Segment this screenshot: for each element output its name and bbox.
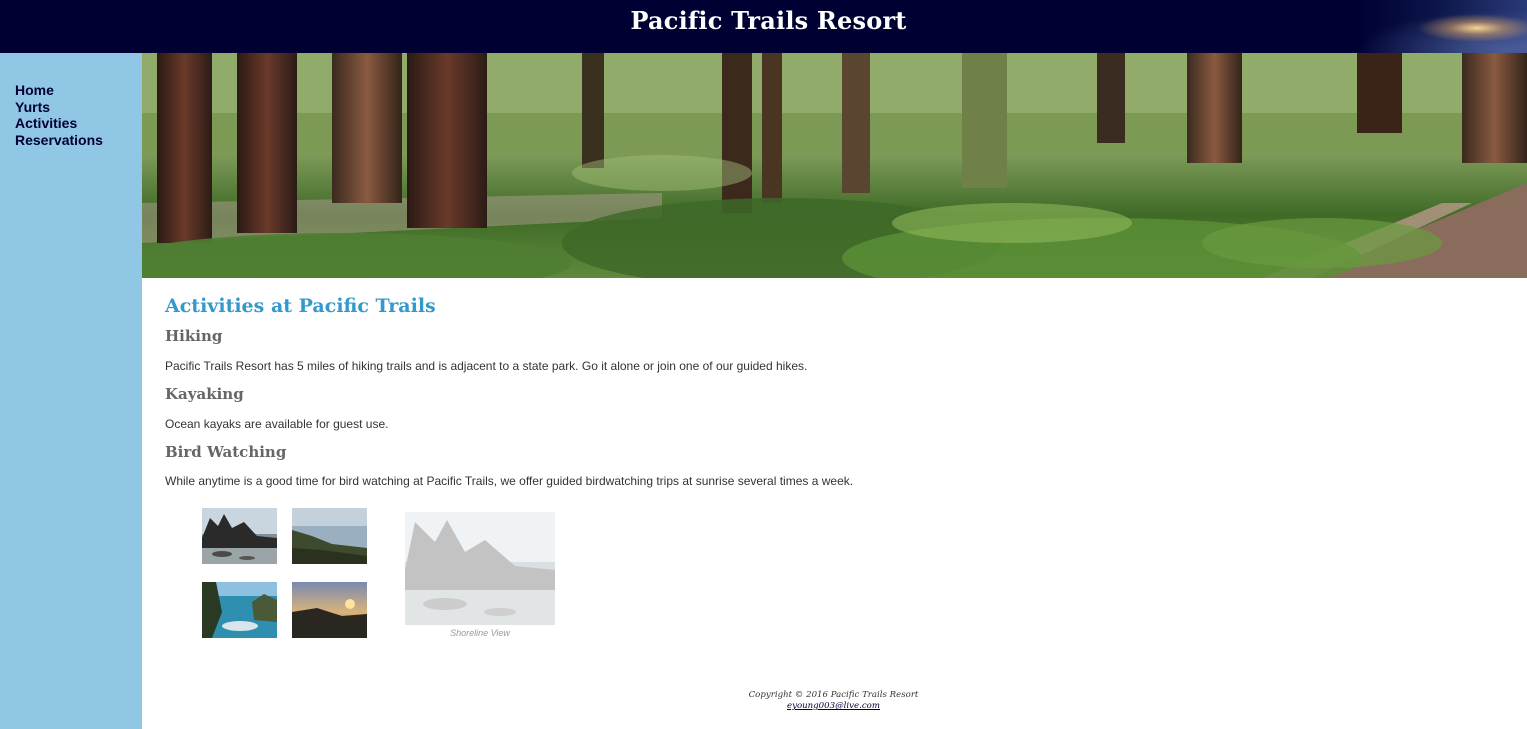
gallery-preview-image — [405, 512, 555, 625]
gallery-thumbnail-shoreline[interactable] — [202, 508, 277, 564]
page-title: Activities at Pacific Trails — [165, 295, 436, 317]
bird-watching-heading: Bird Watching — [165, 443, 287, 461]
gallery-caption: Shoreline View — [450, 628, 510, 638]
content-area: Activities at Pacific Trails Hiking Paci… — [142, 53, 1527, 729]
site-header: Pacific Trails Resort — [0, 0, 1527, 53]
forest-hero-image — [142, 53, 1527, 278]
kayaking-text: Ocean kayaks are available for guest use… — [165, 417, 389, 431]
gallery-thumbnail-coast[interactable] — [292, 508, 367, 564]
hiking-text: Pacific Trails Resort has 5 miles of hik… — [165, 359, 808, 373]
nav-link-reservations[interactable]: Reservations — [15, 132, 140, 149]
site-title: Pacific Trails Resort — [630, 6, 907, 35]
main-navigation: Home Yurts Activities Reservations — [15, 82, 140, 148]
nav-link-yurts[interactable]: Yurts — [15, 99, 140, 116]
nav-link-home[interactable]: Home — [15, 82, 140, 99]
kayaking-heading: Kayaking — [165, 385, 244, 403]
copyright-text: Copyright © 2016 Pacific Trails Resort — [748, 690, 919, 700]
nav-link-activities[interactable]: Activities — [15, 115, 140, 132]
bird-watching-text: While anytime is a good time for bird wa… — [165, 474, 854, 488]
contact-email-link[interactable]: eyoung003@live.com — [787, 701, 880, 711]
hiking-heading: Hiking — [165, 327, 223, 345]
footer: Copyright © 2016 Pacific Trails Resort e… — [696, 690, 971, 712]
gallery-thumbnail-sunset[interactable] — [292, 582, 367, 638]
gallery-thumbnail-waterfall[interactable] — [202, 582, 277, 638]
